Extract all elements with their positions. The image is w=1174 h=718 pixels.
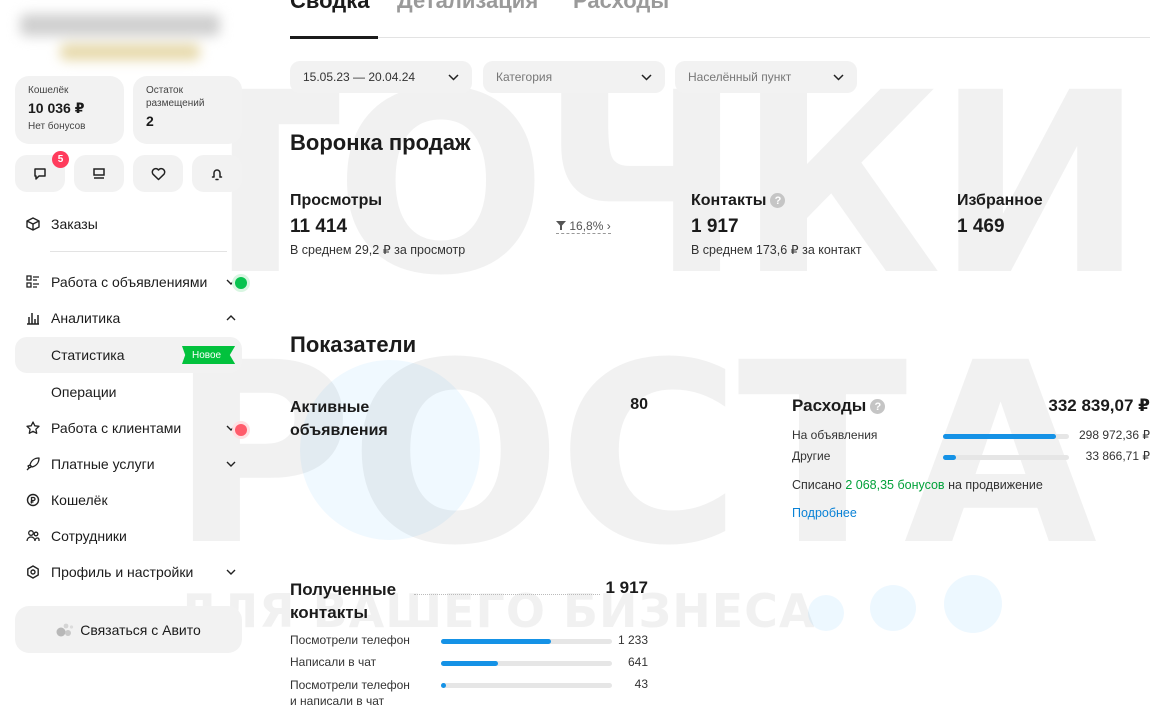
funnel-title: Воронка продаж — [290, 130, 471, 155]
tab-expenses[interactable]: Расходы — [573, 0, 669, 14]
bonus-spent-suffix: на продвижение — [948, 478, 1043, 492]
help-icon[interactable]: ? — [770, 193, 786, 209]
expense-row-label: Другие — [792, 449, 831, 463]
contacts-note: В среднем 173,6 ₽ за контакт — [691, 243, 862, 257]
active-ads-label: Активные объявления — [290, 396, 388, 442]
received-contacts-line2: контакты — [290, 603, 369, 622]
contact-row-label: Посмотрели телефон и написали в чат — [290, 677, 410, 709]
date-range-value: 15.05.23 — 20.04.24 — [303, 70, 416, 84]
indicators-title: Показатели — [290, 332, 417, 357]
views-value: 11 414 — [290, 216, 348, 237]
contact-row-bar — [441, 639, 612, 644]
category-filter[interactable]: Категория — [483, 61, 665, 93]
conversion-link[interactable]: 16,8% › — [556, 219, 611, 234]
active-ads-label-line1: Активные — [290, 399, 370, 416]
help-icon[interactable]: ? — [870, 399, 886, 415]
chevron-right-icon: › — [606, 219, 611, 233]
expenses-total: 332 839,07 ₽ — [1048, 396, 1150, 415]
contact-row-label-line2: и написали в чат — [290, 694, 385, 708]
contact-row-bar-fill — [441, 639, 551, 644]
contact-row-value: 641 — [627, 655, 648, 669]
tab-bar: Сводка Детализация Расходы — [290, 0, 1150, 38]
expense-row-value: 298 972,36 ₽ — [1078, 428, 1150, 442]
contacts-value: 1 917 — [691, 216, 739, 237]
tab-details[interactable]: Детализация — [397, 0, 538, 14]
contact-row-bar — [441, 683, 612, 688]
received-contacts-line1: Полученные — [290, 580, 397, 599]
contact-row-label: Написали в чат — [290, 655, 377, 669]
contact-row-bar-fill — [441, 661, 499, 666]
active-tab-indicator — [290, 36, 378, 39]
contact-row-label-line1: Посмотрели телефон — [290, 678, 410, 692]
tab-summary[interactable]: Сводка — [290, 0, 369, 14]
contact-row-bar-fill — [441, 683, 447, 688]
expenses-label-text: Расходы — [792, 396, 867, 415]
more-link[interactable]: Подробнее — [792, 506, 857, 520]
bonus-spent-text: Списано 2 068,35 бонусов на продвижение — [792, 478, 1043, 492]
city-filter[interactable]: Населённый пункт — [675, 61, 857, 93]
chevron-down-icon — [833, 73, 844, 81]
views-label: Просмотры — [290, 192, 383, 209]
expenses-label: Расходы? — [792, 396, 886, 416]
date-range-filter[interactable]: 15.05.23 — 20.04.24 — [290, 61, 472, 93]
bonus-spent-prefix: Списано — [792, 478, 842, 492]
views-note: В среднем 29,2 ₽ за просмотр — [290, 243, 466, 257]
chevron-down-icon — [641, 73, 652, 81]
received-contacts-label: Полученные контакты — [290, 578, 396, 624]
favorites-label: Избранное — [957, 192, 1043, 209]
chevron-down-icon — [448, 73, 459, 81]
active-ads-label-line2: объявления — [290, 422, 388, 439]
expense-row-value: 33 866,71 ₽ — [1085, 449, 1150, 463]
bonus-spent-amount: 2 068,35 бонусов — [845, 478, 945, 492]
received-contacts-value: 1 917 — [605, 578, 648, 597]
contact-row-value: 1 233 — [617, 633, 648, 647]
expense-row-bar-fill — [943, 434, 1057, 439]
contact-row-value: 43 — [634, 677, 648, 691]
funnel-icon — [556, 221, 566, 230]
contact-row-bar — [441, 661, 612, 666]
category-placeholder: Категория — [496, 70, 553, 84]
favorites-value: 1 469 — [957, 216, 1005, 237]
conversion-value: 16,8% — [569, 219, 604, 233]
contacts-label-text: Контакты — [691, 192, 767, 209]
city-placeholder: Населённый пункт — [688, 70, 792, 84]
main-content: Сводка Детализация Расходы 15.05.23 — 20… — [0, 0, 1174, 718]
expense-row-bar-fill — [943, 455, 956, 460]
expense-row-label: На объявления — [792, 428, 878, 442]
contact-row-label: Посмотрели телефон — [290, 633, 410, 647]
contacts-label: Контакты? — [691, 192, 786, 210]
active-ads-value: 80 — [630, 396, 648, 413]
